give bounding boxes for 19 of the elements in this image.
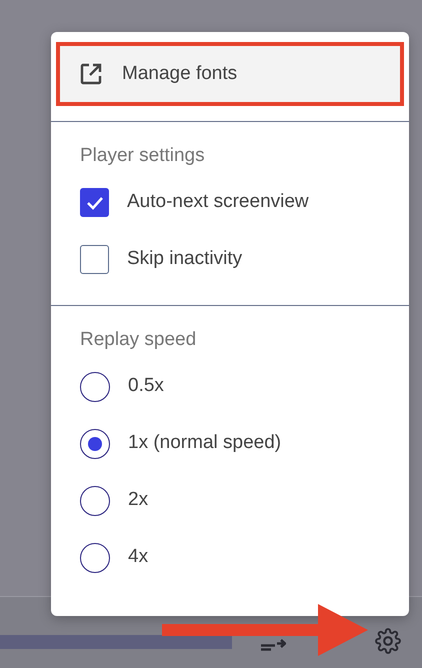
radio-button[interactable] xyxy=(80,486,110,516)
radio-label[interactable]: 1x (normal speed) xyxy=(128,429,282,458)
checkbox[interactable] xyxy=(80,245,109,274)
radio-button[interactable] xyxy=(80,372,110,402)
external-link-icon xyxy=(79,62,103,86)
checkbox[interactable] xyxy=(80,188,109,217)
checkbox-label[interactable]: Auto-next screenview xyxy=(127,188,309,217)
manage-fonts-link[interactable]: Manage fonts xyxy=(58,44,402,104)
radio-button[interactable] xyxy=(80,428,110,458)
settings-icon[interactable] xyxy=(375,628,401,654)
play-next-icon[interactable] xyxy=(260,639,286,651)
check-icon xyxy=(86,196,104,210)
radio-label[interactable]: 0.5x xyxy=(128,372,164,401)
section-heading: Replay speed xyxy=(79,328,198,352)
radio-label[interactable]: 4x xyxy=(128,543,148,572)
radio-label[interactable]: 2x xyxy=(128,486,148,515)
radio-button[interactable] xyxy=(80,542,110,572)
section-heading: Player settings xyxy=(79,144,206,168)
checkbox-label[interactable]: Skip inactivity xyxy=(127,245,242,274)
